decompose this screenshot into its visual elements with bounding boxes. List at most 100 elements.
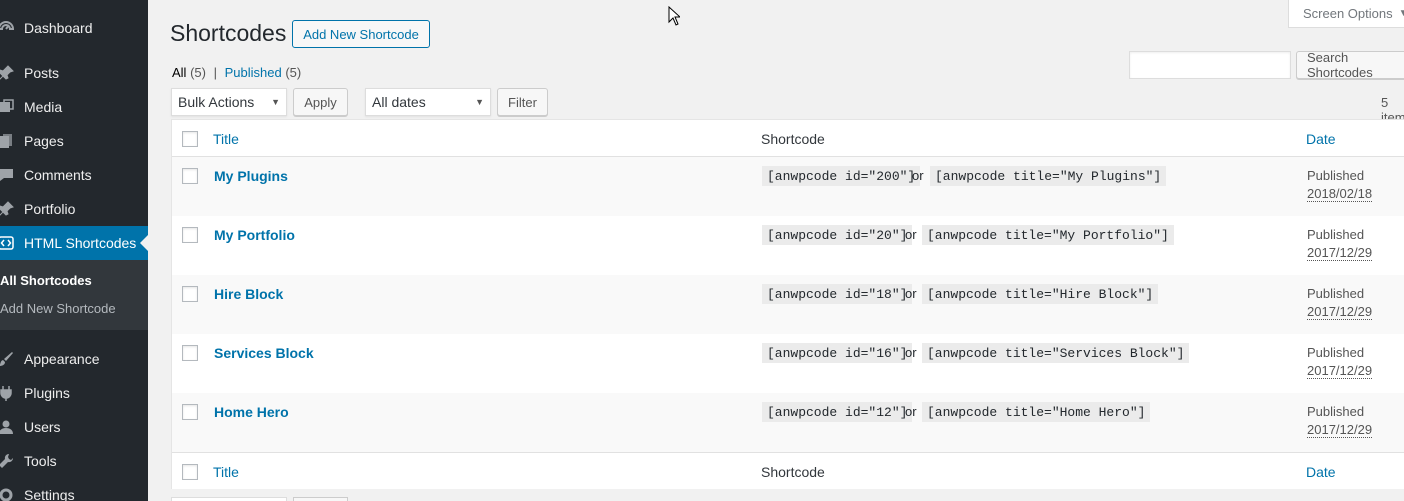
row-date: 2018/02/18 [1307, 186, 1373, 202]
sidebar-item-label: Media [24, 99, 63, 115]
table-row: My Portfolio [anwpcode id="20"] or [anwp… [172, 216, 1404, 275]
row-checkbox[interactable] [182, 404, 198, 420]
shortcode-title: [anwpcode title="My Portfolio"] [922, 225, 1174, 245]
row-title-link[interactable]: My Plugins [214, 168, 288, 184]
caret-down-icon: ▼ [1398, 8, 1404, 19]
shortcode-title: [anwpcode title="Hire Block"] [922, 284, 1159, 304]
column-date-header[interactable]: Date [1306, 464, 1336, 480]
select-all-checkbox[interactable] [182, 131, 198, 147]
or-text: or [905, 227, 917, 242]
filter-button[interactable]: Filter [497, 88, 548, 116]
sidebar-item-label: Comments [24, 167, 92, 183]
bulk-actions-select[interactable]: Bulk Actions ▼ [171, 88, 287, 116]
row-title-link[interactable]: Hire Block [214, 286, 283, 302]
sidebar-item-media[interactable]: Media [0, 90, 148, 124]
row-status: Published [1307, 168, 1365, 183]
status-filter-links: All (5) | Published (5) [172, 65, 301, 80]
shortcode-title: [anwpcode title="My Plugins"] [930, 166, 1167, 186]
screen-options-label: Screen Options [1303, 6, 1393, 21]
shortcode-id: [anwpcode id="16"] [762, 343, 913, 363]
dates-filter-value: All dates [372, 94, 426, 110]
dates-filter-select[interactable]: All dates ▼ [365, 88, 491, 116]
sidebar-item-label: Plugins [24, 385, 70, 401]
admin-sidebar: Dashboard Posts Media Pages Comments Por… [0, 0, 148, 501]
sidebar-item-label: Portfolio [24, 201, 76, 217]
sidebar-item-plugins[interactable]: Plugins [0, 376, 148, 410]
submenu-all-shortcodes[interactable]: All Shortcodes [0, 273, 92, 288]
shortcode-id: [anwpcode id="18"] [762, 284, 913, 304]
sidebar-item-posts[interactable]: Posts [0, 56, 148, 90]
row-title-link[interactable]: My Portfolio [214, 227, 295, 243]
sidebar-item-tools[interactable]: Tools [0, 444, 148, 478]
row-status: Published [1307, 345, 1365, 360]
search-shortcodes-button[interactable]: Search Shortcodes [1296, 50, 1404, 80]
shortcode-title: [anwpcode title="Home Hero"] [922, 402, 1151, 422]
dashboard-icon [0, 18, 16, 38]
sidebar-item-appearance[interactable]: Appearance [0, 342, 148, 376]
page-title: Shortcodes [170, 20, 287, 46]
pages-icon [0, 131, 16, 151]
media-icon [0, 97, 16, 117]
sidebar-item-pages[interactable]: Pages [0, 124, 148, 158]
select-all-checkbox[interactable] [182, 464, 198, 480]
row-checkbox[interactable] [182, 286, 198, 302]
sidebar-item-label: Dashboard [24, 20, 93, 36]
filter-separator: | [213, 65, 217, 80]
settings-icon [0, 485, 16, 501]
user-icon [0, 417, 16, 437]
sidebar-item-label: Pages [24, 133, 64, 149]
sidebar-item-dashboard[interactable]: Dashboard [0, 11, 148, 45]
table-footer: Title Shortcode Date [172, 452, 1404, 489]
row-checkbox[interactable] [182, 345, 198, 361]
bulk-actions-select-bottom[interactable] [171, 497, 287, 501]
column-title-header[interactable]: Title [213, 464, 239, 480]
table-row: Home Hero [anwpcode id="12"] or [anwpcod… [172, 393, 1404, 452]
sidebar-item-portfolio[interactable]: Portfolio [0, 192, 148, 226]
or-text: or [912, 168, 924, 183]
column-date-header[interactable]: Date [1306, 131, 1336, 147]
submenu-add-new-shortcode[interactable]: Add New Shortcode [0, 301, 116, 316]
pin-icon [0, 199, 16, 219]
filter-published-count: (5) [285, 65, 302, 80]
row-checkbox[interactable] [182, 227, 198, 243]
column-shortcode-header: Shortcode [761, 464, 825, 480]
sidebar-item-users[interactable]: Users [0, 410, 148, 444]
mouse-cursor-icon [668, 5, 682, 29]
add-new-shortcode-button[interactable]: Add New Shortcode [292, 20, 430, 48]
bulk-actions-value: Bulk Actions [178, 94, 255, 110]
row-date: 2017/12/29 [1307, 422, 1373, 438]
shortcodes-table: Title Shortcode Date My Plugins [anwpcod… [171, 119, 1404, 489]
row-date: 2017/12/29 [1307, 245, 1373, 261]
or-text: or [905, 404, 917, 419]
screen-options-button[interactable]: Screen Options ▼ [1288, 0, 1404, 28]
column-title-header[interactable]: Title [213, 131, 239, 147]
sidebar-submenu: All Shortcodes Add New Shortcode [0, 260, 148, 330]
shortcode-id: [anwpcode id="20"] [762, 225, 913, 245]
sidebar-item-label: Appearance [24, 351, 100, 367]
table-row: Hire Block [anwpcode id="18"] or [anwpco… [172, 275, 1404, 334]
row-title-link[interactable]: Services Block [214, 345, 314, 361]
plugin-icon [0, 383, 16, 403]
wrench-icon [0, 451, 16, 471]
sidebar-item-settings[interactable]: Settings [0, 478, 148, 501]
or-text: or [905, 286, 917, 301]
filter-published-link[interactable]: Published [225, 65, 282, 80]
row-checkbox[interactable] [182, 168, 198, 184]
sidebar-item-label: Users [24, 419, 61, 435]
dropdown-arrow-icon: ▼ [271, 97, 280, 107]
row-status: Published [1307, 286, 1365, 301]
brush-icon [0, 349, 16, 369]
filter-all-count: (5) [190, 65, 206, 80]
table-row: My Plugins [anwpcode id="200"] or [anwpc… [172, 157, 1404, 216]
dropdown-arrow-icon: ▼ [475, 97, 484, 107]
shortcode-title: [anwpcode title="Services Block"] [922, 343, 1190, 363]
or-text: or [905, 345, 917, 360]
apply-button[interactable]: Apply [293, 88, 348, 116]
pin-icon [0, 63, 16, 83]
sidebar-item-comments[interactable]: Comments [0, 158, 148, 192]
row-title-link[interactable]: Home Hero [214, 404, 289, 420]
filter-all-link[interactable]: All [172, 65, 186, 80]
apply-button-bottom[interactable] [293, 497, 348, 501]
sidebar-item-html-shortcodes[interactable]: HTML Shortcodes [0, 226, 148, 260]
search-input[interactable] [1129, 51, 1291, 79]
